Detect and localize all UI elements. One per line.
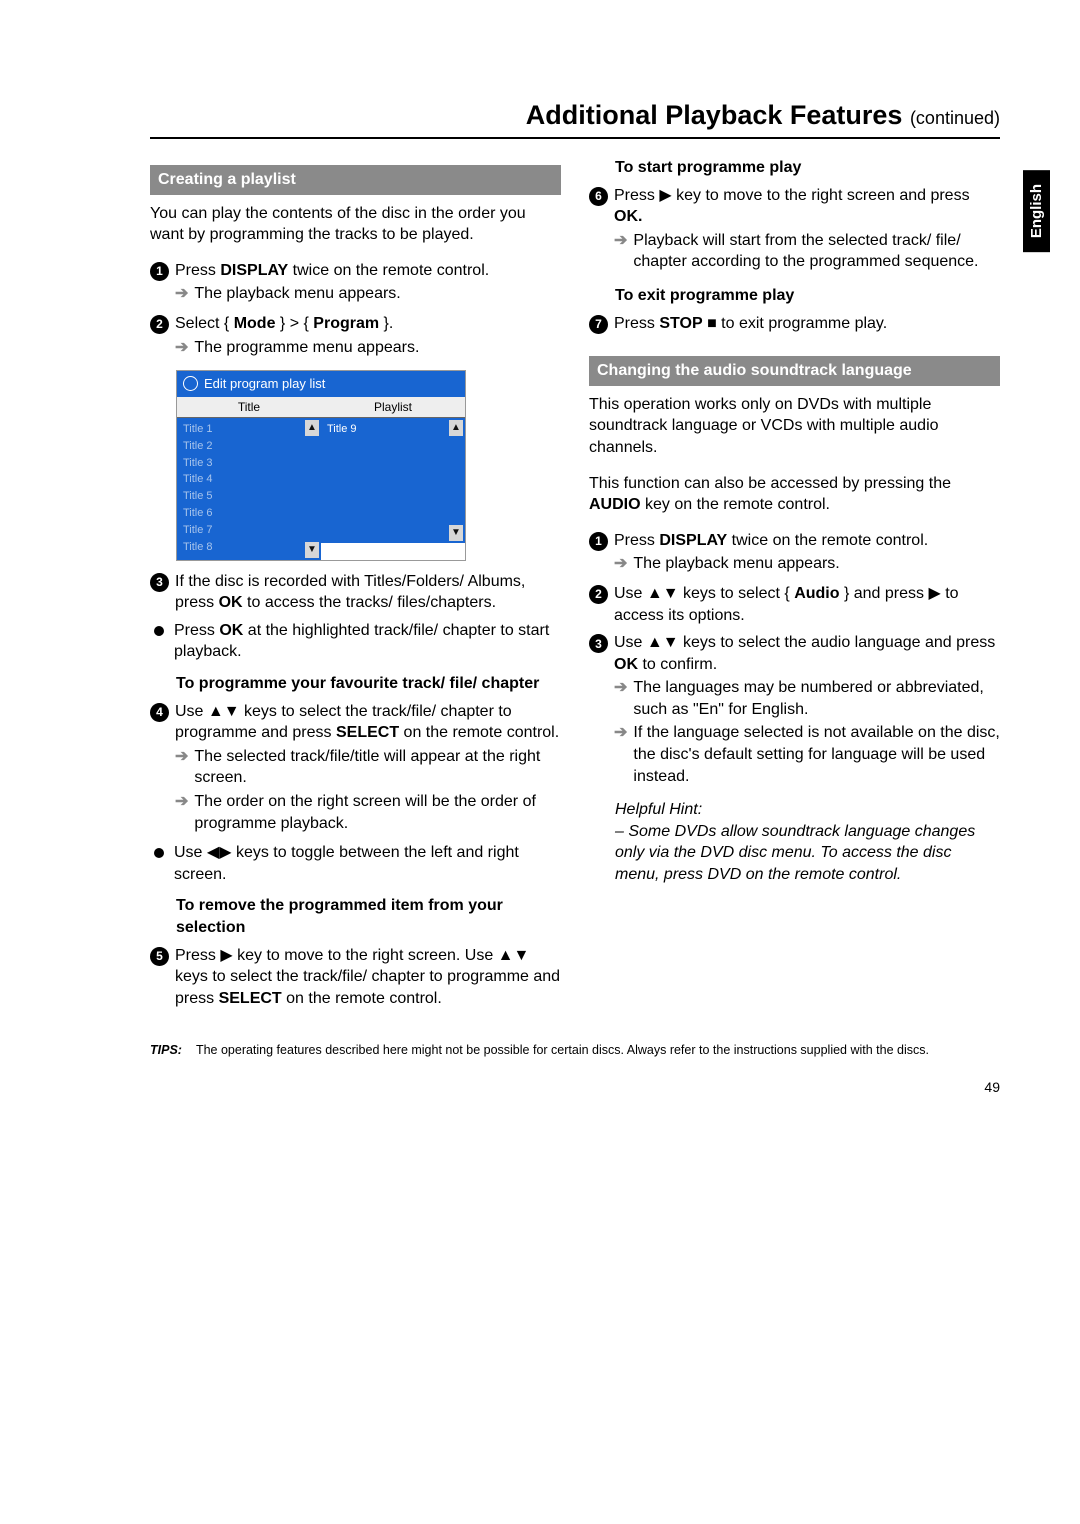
figure-title: Edit program play list xyxy=(204,375,325,393)
scroll-up-icon: ▲ xyxy=(449,420,463,436)
section-header-playlist: Creating a playlist xyxy=(150,165,561,195)
subhead-exit-programme: To exit programme play xyxy=(589,285,1000,307)
right-arrow-icon: ➔ xyxy=(614,230,627,273)
step-badge-7: 7 xyxy=(589,315,608,334)
scroll-down-icon: ▼ xyxy=(305,542,319,558)
step-badge-6: 6 xyxy=(589,187,608,206)
page-title-continued: (continued) xyxy=(910,108,1000,128)
hint-head: Helpful Hint: xyxy=(589,799,1000,821)
tips-footer: TIPS: The operating features described h… xyxy=(150,1043,1000,1057)
language-tab: English xyxy=(1023,170,1050,252)
bullet-icon xyxy=(154,848,164,858)
tips-body: The operating features described here mi… xyxy=(196,1043,929,1057)
title-rule: Additional Playback Features (continued) xyxy=(150,100,1000,139)
audio-para-b: This function can also be accessed by pr… xyxy=(589,473,1000,516)
step-6-body: Press ▶ key to move to the right screen … xyxy=(614,185,1000,275)
page-title: Additional Playback Features (continued) xyxy=(150,100,1000,131)
page-number: 49 xyxy=(150,1079,1000,1095)
step-badge-3b: 3 xyxy=(589,634,608,653)
figure-title-list: ▲ Title 1 Title 2 Title 3 Title 4 Title … xyxy=(177,418,321,560)
intro-text: You can play the contents of the disc in… xyxy=(150,203,561,246)
rstep-3-body: Use ▲▼ keys to select the audio language… xyxy=(614,632,1000,789)
step-badge-3: 3 xyxy=(150,573,169,592)
step-badge-5: 5 xyxy=(150,947,169,966)
figure-col-playlist-head: Playlist xyxy=(321,397,465,418)
scroll-up-icon: ▲ xyxy=(305,420,319,436)
step-badge-4: 4 xyxy=(150,703,169,722)
bullet-icon xyxy=(154,626,164,636)
subhead-programme-fav: To programme your favourite track/ file/… xyxy=(150,673,561,695)
step-badge-1b: 1 xyxy=(589,532,608,551)
hint-body: – Some DVDs allow soundtrack language ch… xyxy=(589,821,1000,886)
edit-program-figure: Edit program play list Title ▲ Title 1 T… xyxy=(176,370,466,560)
right-arrow-icon: ➔ xyxy=(614,722,627,787)
step-5-body: Press ▶ key to move to the right screen.… xyxy=(175,945,561,1010)
rstep-1-body: Press DISPLAY twice on the remote contro… xyxy=(614,530,1000,577)
page-title-main: Additional Playback Features xyxy=(526,100,903,130)
step-3-body: If the disc is recorded with Titles/Fold… xyxy=(175,571,561,614)
audio-para-a: This operation works only on DVDs with m… xyxy=(589,394,1000,459)
figure-col-title-head: Title xyxy=(177,397,321,418)
right-arrow-icon: ➔ xyxy=(175,791,188,834)
step-1-body: Press DISPLAY twice on the remote contro… xyxy=(175,260,561,307)
step-badge-2b: 2 xyxy=(589,585,608,604)
rstep-2-body: Use ▲▼ keys to select { Audio } and pres… xyxy=(614,583,1000,626)
right-arrow-icon: ➔ xyxy=(614,677,627,720)
right-arrow-icon: ➔ xyxy=(614,553,627,575)
right-arrow-icon: ➔ xyxy=(175,337,188,359)
step-badge-1: 1 xyxy=(150,262,169,281)
step-4-body: Use ▲▼ keys to select the track/file/ ch… xyxy=(175,701,561,837)
section-header-audio-lang: Changing the audio soundtrack language xyxy=(589,356,1000,386)
right-arrow-icon: ➔ xyxy=(175,283,188,305)
tips-label: TIPS: xyxy=(150,1043,182,1057)
bullet-b-body: Use ◀▶ keys to toggle between the left a… xyxy=(174,842,561,885)
subhead-remove-item: To remove the programmed item from your … xyxy=(150,895,561,938)
step-7-body: Press STOP ■ to exit programme play. xyxy=(614,313,1000,335)
figure-playlist-list: ▲ Title 9 ▼ xyxy=(321,418,465,543)
right-column: To start programme play 6 Press ▶ key to… xyxy=(589,157,1000,1015)
subhead-start-programme: To start programme play xyxy=(589,157,1000,179)
step-badge-2: 2 xyxy=(150,315,169,334)
step-2-body: Select { Mode } > { Program }. ➔The prog… xyxy=(175,313,561,360)
disc-icon xyxy=(183,376,198,391)
left-column: Creating a playlist You can play the con… xyxy=(150,157,561,1015)
bullet-a-body: Press OK at the highlighted track/file/ … xyxy=(174,620,561,663)
right-arrow-icon: ➔ xyxy=(175,746,188,789)
scroll-down-icon: ▼ xyxy=(449,525,463,541)
